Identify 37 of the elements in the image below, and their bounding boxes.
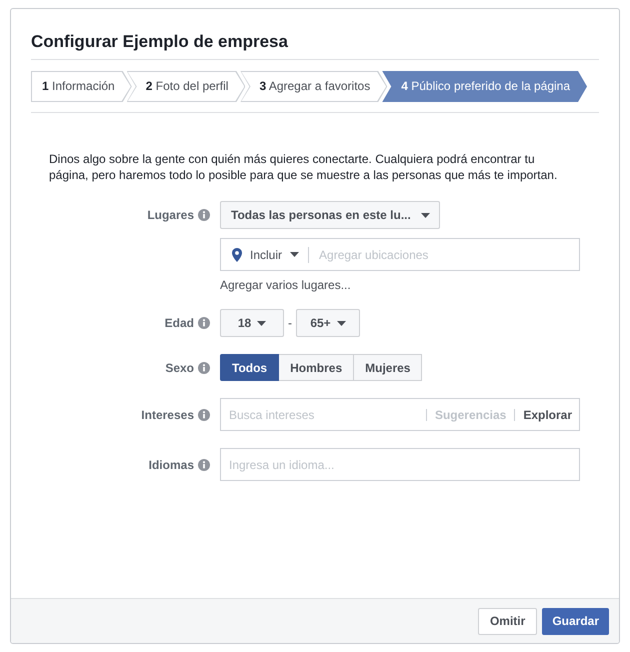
min-age-dropdown[interactable]: 18 [220,309,284,337]
field-label: Idiomas [148,456,194,472]
languages-input[interactable]: Ingresa un idioma... [220,448,580,481]
max-age-dropdown[interactable]: 65+ [296,309,360,337]
interests-input[interactable]: Busca intereses [229,399,418,430]
location-field[interactable]: Incluir Agregar ubicaciones [220,238,580,271]
info-icon [198,362,210,374]
caret-icon [420,212,430,218]
gender-option[interactable]: Todos [220,354,280,381]
field-label: Edad [164,315,194,331]
gender-option[interactable]: Hombres [278,354,354,381]
add-places-link[interactable]: Agregar varios lugares... [220,277,351,293]
include-dropdown[interactable]: Incluir [232,246,300,264]
info-icon [198,408,210,420]
map-pin-icon [232,248,242,262]
caret-icon [257,320,266,326]
field-label: Sexo [165,360,194,376]
step-tab[interactable]: 1 Información [31,71,132,102]
step-tab[interactable]: 3 Agregar a favoritos [240,71,388,102]
interests-action-link[interactable]: Explorar [523,406,572,424]
caret-icon [336,320,346,326]
dialog-title: Configurar Ejemplo de empresa [31,31,289,52]
field-label: Intereses [141,406,194,422]
skip-button[interactable]: Omitir [478,608,538,634]
save-button[interactable]: Guardar [542,608,609,634]
step-tab[interactable]: 4 Público preferido de la página [382,71,588,102]
description-text: Dinos algo sobre la gente con quién más quieres conectarte. Cualquiera podrá encontrar tu página, pero haremos todo lo posible para que se muestre a las personas que más te importan. [49,151,558,183]
step-tab[interactable]: 2 Foto del perfil [126,71,246,102]
field-label: Lugares [147,207,194,223]
age-separator: - [288,315,292,332]
info-icon [198,458,210,470]
info-icon [198,209,210,221]
info-icon [198,317,210,329]
audience-dropdown[interactable]: Todas las personas en este lu... [220,201,440,229]
gender-option[interactable]: Mujeres [353,354,422,381]
location-input[interactable]: Agregar ubicaciones [319,239,579,270]
caret-icon [290,252,300,257]
